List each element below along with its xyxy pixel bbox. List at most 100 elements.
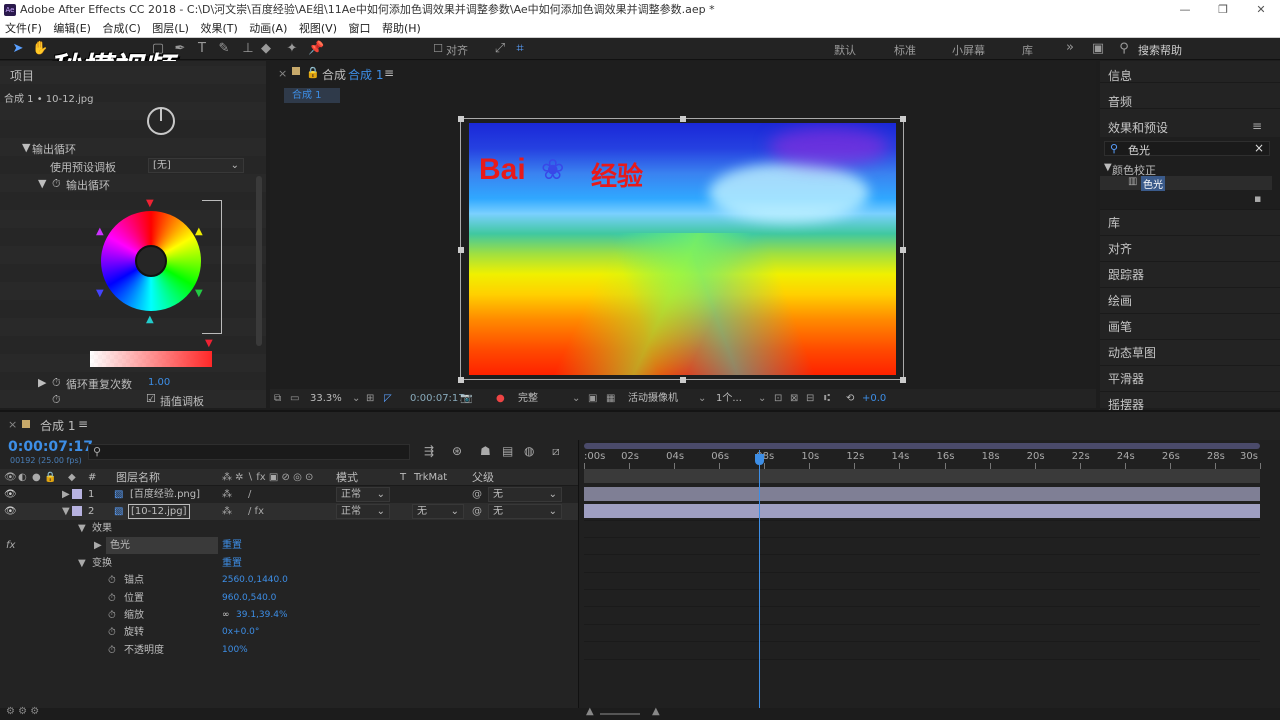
close-tab-icon[interactable]: × (278, 67, 287, 80)
time-navigator[interactable] (584, 469, 1260, 483)
comp-tab-name[interactable]: 合成 1 (348, 66, 383, 83)
prop-row-rotation[interactable]: ⏱ 旋转 0x+0.0° (0, 624, 578, 641)
panel-brushes[interactable]: 画笔 (1108, 318, 1132, 335)
triangle-marker-green-icon[interactable]: ▼ (195, 288, 203, 299)
workspace-more-button[interactable]: » (1066, 40, 1074, 55)
prop-value[interactable]: 100% (222, 642, 248, 659)
stopwatch-icon[interactable]: ⏱ (108, 590, 116, 607)
phase-dial-icon[interactable] (147, 107, 175, 135)
prop-row-opacity[interactable]: ⏱ 不透明度 100% (0, 642, 578, 659)
transform-group-row[interactable]: ▼ 变换 重置 (0, 555, 578, 572)
panel-info[interactable]: 信息 (1108, 67, 1132, 84)
panel-menu-icon[interactable]: ≡ (1252, 119, 1262, 133)
panel-tracker[interactable]: 跟踪器 (1108, 266, 1144, 283)
trkmat-select[interactable]: 无 ⌄ (412, 504, 464, 519)
prop-value[interactable]: 0x+0.0° (222, 624, 259, 641)
timeline-tab[interactable]: 合成 1 (40, 417, 75, 434)
panel-smoother[interactable]: 平滑器 (1108, 370, 1144, 387)
prop-row-scale[interactable]: ⏱ 缩放 ∞ 39.1,39.4% (0, 607, 578, 624)
menu-view[interactable]: 视图(V) (299, 20, 337, 38)
layer-label-color[interactable] (72, 489, 82, 499)
panel-scrollbar[interactable] (256, 176, 262, 346)
views-select[interactable]: 1个... (716, 389, 742, 408)
timeline-timecode[interactable]: 0:00:07:17 (8, 439, 93, 455)
selection-tool-icon[interactable]: ➤ (10, 41, 26, 57)
parent-select[interactable]: 无 ⌄ (488, 504, 562, 519)
prop-value[interactable]: 2560.0,1440.0 (222, 572, 288, 589)
stopwatch-icon[interactable]: ⏱ (52, 393, 61, 407)
monitor-icon[interactable]: ▭ (290, 389, 299, 408)
panel-paint[interactable]: 绘画 (1108, 292, 1132, 309)
collapse-arrow-icon[interactable]: ▼ (78, 555, 86, 572)
zoom-select[interactable]: 33.3% (310, 389, 342, 408)
tab-project[interactable]: 项目 (10, 67, 34, 84)
handle-mr[interactable] (900, 247, 906, 253)
link-icon[interactable]: ∞ (222, 607, 230, 624)
menu-composition[interactable]: 合成(C) (102, 20, 140, 38)
triangle-marker-yellow-icon[interactable]: ▲ (195, 226, 203, 237)
comp-mini-flowchart-icon[interactable]: ⇶ (424, 444, 434, 458)
quality-switch-icon[interactable]: / (248, 486, 251, 503)
shy-switch-icon[interactable]: ⁂ (222, 503, 232, 520)
workspace-small-screen[interactable]: 小屏幕 (952, 42, 985, 58)
col-parent[interactable]: 父级 (472, 469, 494, 486)
category-toggle[interactable]: ▼ (1104, 162, 1112, 173)
handle-ml[interactable] (458, 247, 464, 253)
triangle-marker-cyan-icon[interactable]: ▲ (146, 314, 154, 325)
chevron-down-icon[interactable]: ⌄ (352, 389, 360, 408)
col-mode[interactable]: 模式 (336, 469, 358, 486)
cycle-repeat-value[interactable]: 1.00 (148, 377, 170, 388)
flowchart-icon[interactable]: ⑆ (824, 389, 830, 408)
menu-help[interactable]: 帮助(H) (382, 20, 421, 38)
preset-palette-select[interactable]: [无] ⌄ (148, 158, 244, 173)
timeline-tab-menu-icon[interactable]: ≡ (78, 417, 88, 431)
comp-tab-label[interactable]: 合成 (322, 66, 346, 83)
zoom-out-icon[interactable]: ▲ (586, 706, 594, 717)
eye-icon[interactable]: 👁 (4, 486, 17, 503)
transform-reset-link[interactable]: 重置 (222, 555, 242, 572)
reset-exposure-icon[interactable]: ⟲ (846, 389, 854, 408)
stopwatch-icon[interactable]: ⏱ (108, 607, 116, 624)
pen-tool-icon[interactable]: ✒ (172, 41, 188, 57)
transparency-grid-icon[interactable]: ▦ (606, 389, 615, 408)
handle-tr[interactable] (900, 116, 906, 122)
expand-arrow-icon[interactable]: ▶ (62, 486, 70, 503)
output-cycle-sub-toggle[interactable]: ▼ (38, 177, 46, 190)
fast-preview-icon[interactable]: ⊠ (790, 389, 798, 408)
triangle-marker-blue-icon[interactable]: ▼ (96, 288, 104, 299)
timeline-search-input[interactable]: ⚲ (88, 444, 410, 460)
maximize-button[interactable]: ❐ (1204, 0, 1242, 20)
mode-select[interactable]: 正常 ⌄ (336, 504, 390, 519)
hand-tool-icon[interactable]: ✋ (32, 41, 48, 57)
cycle-repeat-toggle[interactable]: ▶ (38, 376, 46, 389)
triangle-marker-end-icon[interactable]: ▼ (205, 338, 213, 349)
prop-row-position[interactable]: ⏱ 位置 960.0,540.0 (0, 590, 578, 607)
panel-motion-sketch[interactable]: 动态草图 (1108, 344, 1156, 361)
text-tool-icon[interactable]: T (194, 41, 210, 57)
graph-editor-icon[interactable]: ⧄ (552, 444, 560, 459)
layer-label-color[interactable] (72, 506, 82, 516)
new-preset-icon[interactable]: ▪ (1254, 192, 1261, 205)
panel-library[interactable]: 库 (1108, 214, 1120, 231)
triangle-marker-magenta-icon[interactable]: ▲ (96, 226, 104, 237)
stopwatch-icon[interactable]: ⏱ (108, 642, 116, 659)
col-layer-name[interactable]: 图层名称 (116, 469, 160, 486)
camera-select[interactable]: 活动摄像机 (628, 389, 678, 408)
workspace-menu-icon[interactable]: ▣ (1090, 41, 1106, 57)
layer-2-bar[interactable] (584, 504, 1260, 518)
grid-icon[interactable]: ⊞ (366, 389, 374, 408)
prop-value[interactable]: 960.0,540.0 (222, 590, 276, 607)
close-button[interactable]: ✕ (1242, 0, 1280, 20)
color-channel-icon[interactable]: ● (496, 389, 505, 408)
color-wheel[interactable] (101, 211, 201, 311)
menu-layer[interactable]: 图层(L) (152, 20, 189, 38)
layer-row-1[interactable]: 👁 ▶ 1 ▧ [百度经验.png] ⁂ / 正常 ⌄ @ 无 ⌄ (0, 486, 578, 503)
collapse-arrow-icon[interactable]: ▼ (62, 503, 70, 520)
stopwatch-icon[interactable]: ⏱ (108, 572, 116, 589)
menu-effect[interactable]: 效果(T) (200, 20, 237, 38)
lock-icon[interactable]: 🔒 (306, 66, 320, 79)
effect-item-row[interactable] (1100, 176, 1272, 190)
menu-window[interactable]: 窗口 (348, 20, 370, 38)
layer-name[interactable]: [百度经验.png] (130, 486, 200, 503)
comp-subtab[interactable]: 合成 1 (284, 88, 340, 103)
